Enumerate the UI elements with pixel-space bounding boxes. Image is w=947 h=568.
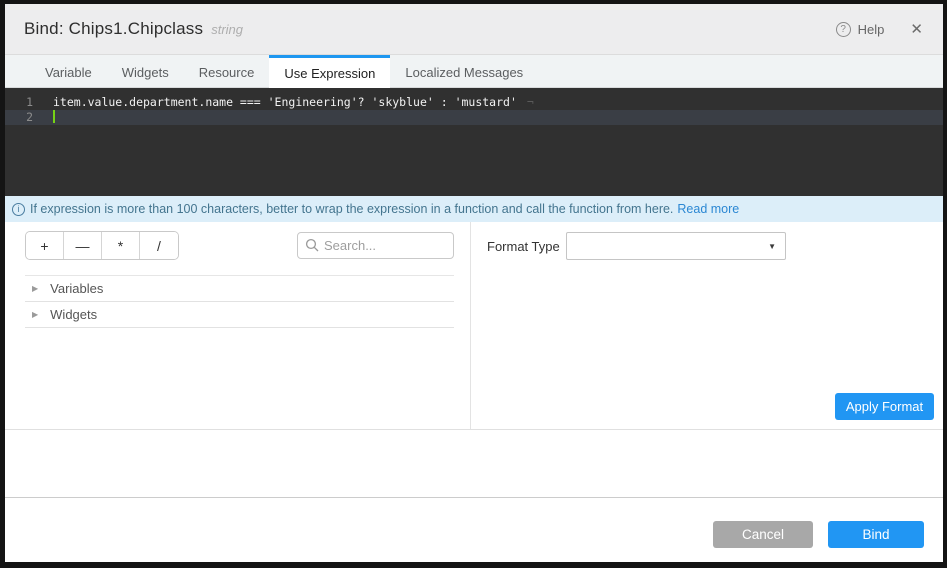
tab-widgets[interactable]: Widgets	[107, 55, 184, 87]
panels-container: + — * / ▶	[5, 222, 943, 430]
search-icon	[305, 238, 319, 252]
close-icon[interactable]: ✕	[910, 20, 923, 38]
info-icon: i	[12, 203, 25, 216]
tab-variable[interactable]: Variable	[30, 55, 107, 87]
operator-button-group: + — * /	[25, 231, 179, 260]
triangle-right-icon: ▶	[32, 310, 38, 319]
text-cursor	[53, 110, 55, 123]
tab-resource[interactable]: Resource	[184, 55, 270, 87]
triangle-right-icon: ▶	[32, 284, 38, 293]
format-type-select[interactable]: ▼	[566, 232, 786, 260]
hint-text: If expression is more than 100 character…	[30, 202, 673, 216]
tree-item-label: Variables	[50, 281, 103, 296]
editor-line-1: 1 item.value.department.name === 'Engine…	[5, 95, 943, 110]
help-button[interactable]: ? Help	[836, 22, 885, 37]
read-more-link[interactable]: Read more	[677, 202, 739, 216]
property-type-badge: string	[211, 22, 243, 37]
format-type-row: Format Type ▼	[487, 232, 943, 260]
tree-item-label: Widgets	[50, 307, 97, 322]
search-input[interactable]	[297, 232, 454, 259]
help-label: Help	[858, 22, 885, 37]
expression-code-editor[interactable]: 1 item.value.department.name === 'Engine…	[5, 88, 943, 196]
expression-code: item.value.department.name === 'Engineer…	[45, 95, 517, 110]
search-box	[297, 232, 454, 259]
line-number-1: 1	[5, 95, 45, 110]
expression-hint-bar: i If expression is more than 100 charact…	[5, 196, 943, 222]
plus-operator-button[interactable]: +	[26, 232, 64, 259]
content-spacer	[5, 430, 943, 497]
dialog-footer: Cancel Bind	[5, 497, 943, 562]
dialog-title: Bind: Chips1.Chipclass	[24, 19, 203, 39]
chevron-down-icon: ▼	[768, 242, 776, 251]
format-type-label: Format Type	[487, 239, 566, 254]
format-panel: Format Type ▼ Apply Format	[471, 222, 943, 429]
sources-panel: + — * / ▶	[5, 222, 471, 429]
minus-operator-button[interactable]: —	[64, 232, 102, 259]
tree-item-variables[interactable]: ▶ Variables	[25, 276, 454, 302]
apply-format-button[interactable]: Apply Format	[835, 393, 934, 420]
eol-marker: ¬	[519, 95, 534, 110]
editor-line-2: 2	[5, 110, 943, 125]
bind-source-tree: ▶ Variables ▶ Widgets	[25, 275, 454, 328]
divide-operator-button[interactable]: /	[140, 232, 178, 259]
tab-bar: Variable Widgets Resource Use Expression…	[5, 55, 943, 88]
sources-toolbar: + — * /	[25, 231, 454, 260]
tree-item-widgets[interactable]: ▶ Widgets	[25, 302, 454, 328]
help-icon: ?	[836, 22, 851, 37]
cancel-button[interactable]: Cancel	[713, 521, 813, 548]
tab-use-expression[interactable]: Use Expression	[269, 55, 390, 88]
dialog-frame: Bind: Chips1.Chipclass string ? Help ✕ V…	[0, 0, 947, 568]
multiply-operator-button[interactable]: *	[102, 232, 140, 259]
header-actions: ? Help ✕	[836, 20, 923, 38]
dialog-header: Bind: Chips1.Chipclass string ? Help ✕	[5, 4, 943, 55]
tab-localized-messages[interactable]: Localized Messages	[390, 55, 538, 87]
line-number-2: 2	[5, 110, 45, 125]
bind-dialog: Bind: Chips1.Chipclass string ? Help ✕ V…	[5, 4, 943, 562]
bind-button[interactable]: Bind	[828, 521, 924, 548]
